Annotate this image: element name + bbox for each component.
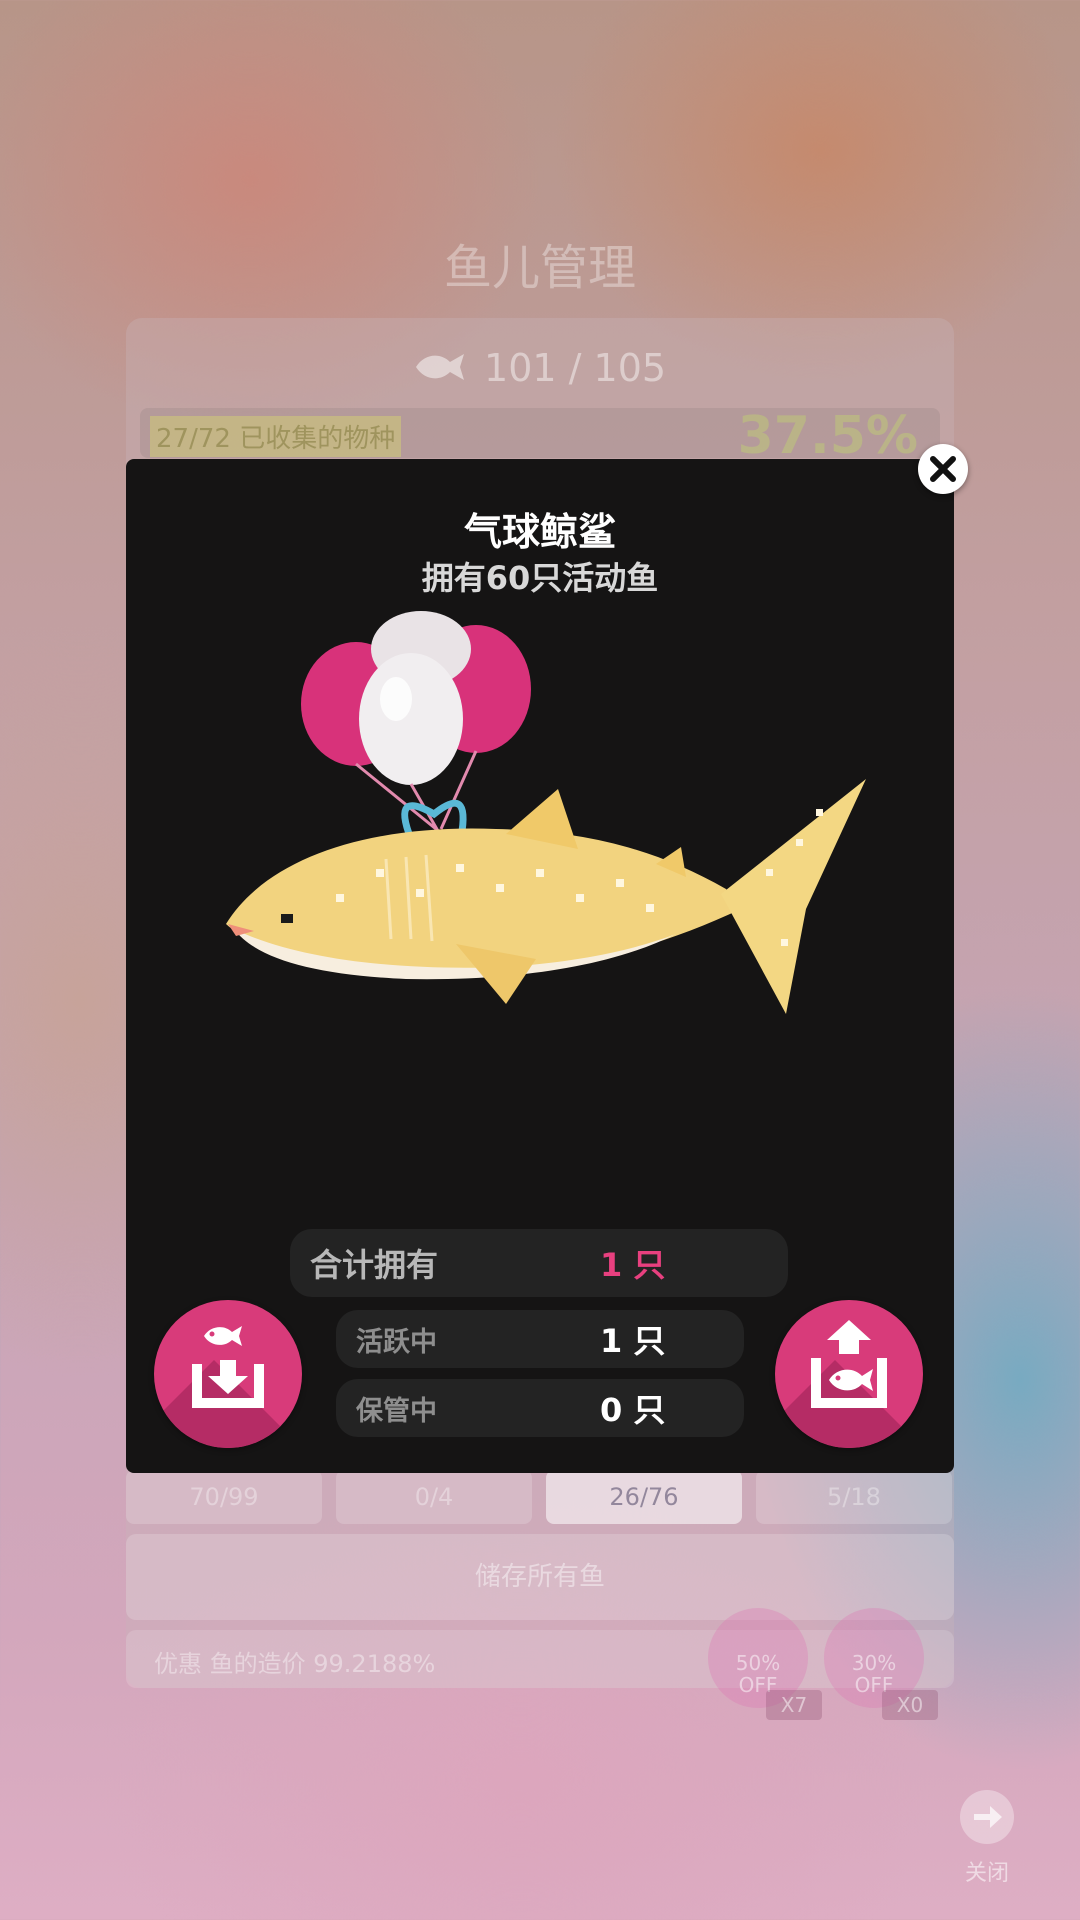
background-close-label: 关闭 — [964, 1861, 1009, 1886]
coupon-50-multiplier: X7 — [766, 1690, 822, 1720]
stat-total-label: 合计拥有 — [310, 1246, 439, 1284]
modal-close-button[interactable] — [918, 444, 968, 494]
fish-count-text: 101 / 105 — [484, 346, 667, 390]
arrow-right-icon — [974, 1806, 1002, 1828]
stat-total-value: 1 只 — [600, 1246, 666, 1284]
background-close-button[interactable] — [960, 1790, 1014, 1844]
collection-bar: 27/72 已收集的物种 37.5% — [140, 406, 940, 466]
background-title: 鱼儿管理 — [443, 240, 636, 296]
release-fish-button[interactable] — [775, 1300, 923, 1448]
tab-2[interactable]: 0/4 — [336, 1470, 532, 1524]
fish-count: 101 / 105 — [126, 346, 954, 393]
stat-active-label: 活跃中 — [356, 1326, 437, 1358]
collection-percent: 37.5% — [737, 406, 918, 466]
coupon-50-percent: 50% — [735, 1651, 781, 1675]
stat-total-row: 合计拥有 1 只 — [290, 1229, 788, 1297]
coupon-30-multiplier: X0 — [882, 1690, 938, 1720]
category-tabs: 70/99 0/4 26/76 5/18 — [126, 1470, 954, 1524]
collection-label: 27/72 已收集的物种 — [150, 416, 402, 457]
discount-text: 优惠 鱼的造价 99.2188% — [154, 1650, 436, 1678]
balloon-whale-shark-image — [226, 611, 866, 1014]
tab-4[interactable]: 5/18 — [756, 1470, 952, 1524]
fish-release-icon — [811, 1320, 887, 1408]
fish-name: 气球鲸鲨 — [463, 510, 616, 554]
store-all-button[interactable]: 储存所有鱼 — [126, 1534, 954, 1620]
tab-3[interactable]: 26/76 — [546, 1470, 742, 1524]
fish-subtitle: 拥有60只活动鱼 — [421, 559, 659, 597]
stat-stored-label: 保管中 — [356, 1395, 437, 1427]
fish-store-icon — [192, 1326, 264, 1408]
close-icon — [930, 456, 956, 482]
tab-1[interactable]: 70/99 — [126, 1470, 322, 1524]
fish-icon — [414, 349, 466, 393]
stat-active-row: 活跃中 1 只 — [336, 1310, 744, 1368]
coupon-30-percent: 30% — [851, 1651, 897, 1675]
store-fish-button[interactable] — [154, 1300, 302, 1448]
stat-stored-row: 保管中 0 只 — [336, 1379, 744, 1437]
